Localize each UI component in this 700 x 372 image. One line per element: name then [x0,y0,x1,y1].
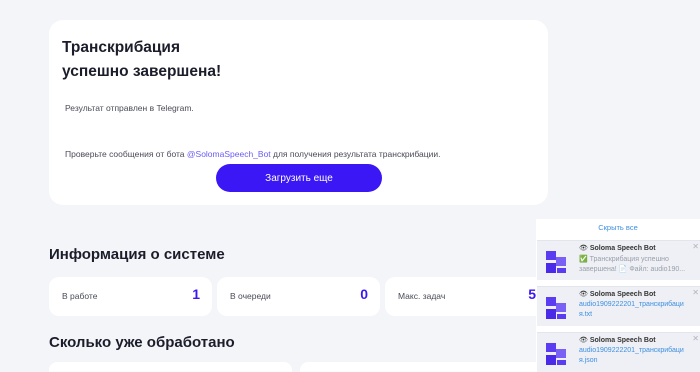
check-prefix: Проверьте сообщения от бота [65,149,187,159]
notification-file-link[interactable]: audio1909222201_транскрибаци [579,347,684,354]
result-title: Транскрибация успешно завершена! [62,36,221,84]
system-info-heading: Информация о системе [49,246,225,263]
notification-item[interactable]: 👁 Soloma Speech Bot audio1909222201_тран… [537,332,700,372]
stat-value: 0 [360,286,368,302]
close-icon[interactable]: ✕ [692,242,699,251]
bot-link[interactable]: @SolomaSpeech_Bot [187,149,271,159]
stat-value: 5 [528,286,536,302]
notification-sender: Soloma Speech Bot [589,337,656,344]
notification-file-link[interactable]: audio1909222201_транскрибаци [579,301,684,308]
soloma-logo-icon [546,297,566,319]
stat-max-tasks: Макс. задач 5 [385,277,548,316]
result-title-line2: успешно завершена! [62,63,222,80]
upload-more-button[interactable]: Загрузить еще [216,164,382,192]
notification-file-link[interactable]: я.json [579,357,598,364]
result-title-line1: Транскрибация [62,39,180,56]
soloma-logo-icon [546,251,566,273]
notification-sender: Soloma Speech Bot [589,291,656,298]
check-message: Проверьте сообщения от бота @SolomaSpeec… [65,149,441,159]
stat-label: В работе [62,291,98,301]
processed-card [49,362,292,372]
close-icon[interactable]: ✕ [692,334,699,343]
close-icon[interactable]: ✕ [692,288,699,297]
stat-in-queue: В очереди 0 [217,277,380,316]
stat-value: 1 [192,286,200,302]
notification-text: завершена! 📄 Файл: audio190... [579,266,686,273]
stat-label: В очереди [230,291,271,301]
check-suffix: для получения результата транскрибации. [270,149,441,159]
notification-file-link[interactable]: я.txt [579,311,592,318]
notification-title: 👁 Soloma Speech Bot [579,290,656,298]
notification-item[interactable]: 👁 Soloma Speech Bot ✅ Транскрибация успе… [537,240,700,280]
notification-item[interactable]: 👁 Soloma Speech Bot audio1909222201_тран… [537,286,700,326]
notification-title: 👁 Soloma Speech Bot [579,244,656,252]
result-card: Транскрибация успешно завершена! Результ… [49,20,548,205]
notification-title: 👁 Soloma Speech Bot [579,336,656,344]
eye-icon: 👁 [579,291,588,298]
eye-icon: 👁 [579,337,588,344]
processed-heading: Сколько уже обработано [49,334,235,351]
soloma-logo-icon [546,343,566,365]
stat-label: Макс. задач [398,291,446,301]
processed-card [300,362,548,372]
sent-message: Результат отправлен в Telegram. [65,103,194,113]
notification-text: ✅ Транскрибация успешно [579,256,669,263]
notification-sender: Soloma Speech Bot [589,245,656,252]
stat-in-progress: В работе 1 [49,277,212,316]
hide-all-link[interactable]: Скрыть все [536,219,700,237]
eye-icon: 👁 [579,245,588,252]
